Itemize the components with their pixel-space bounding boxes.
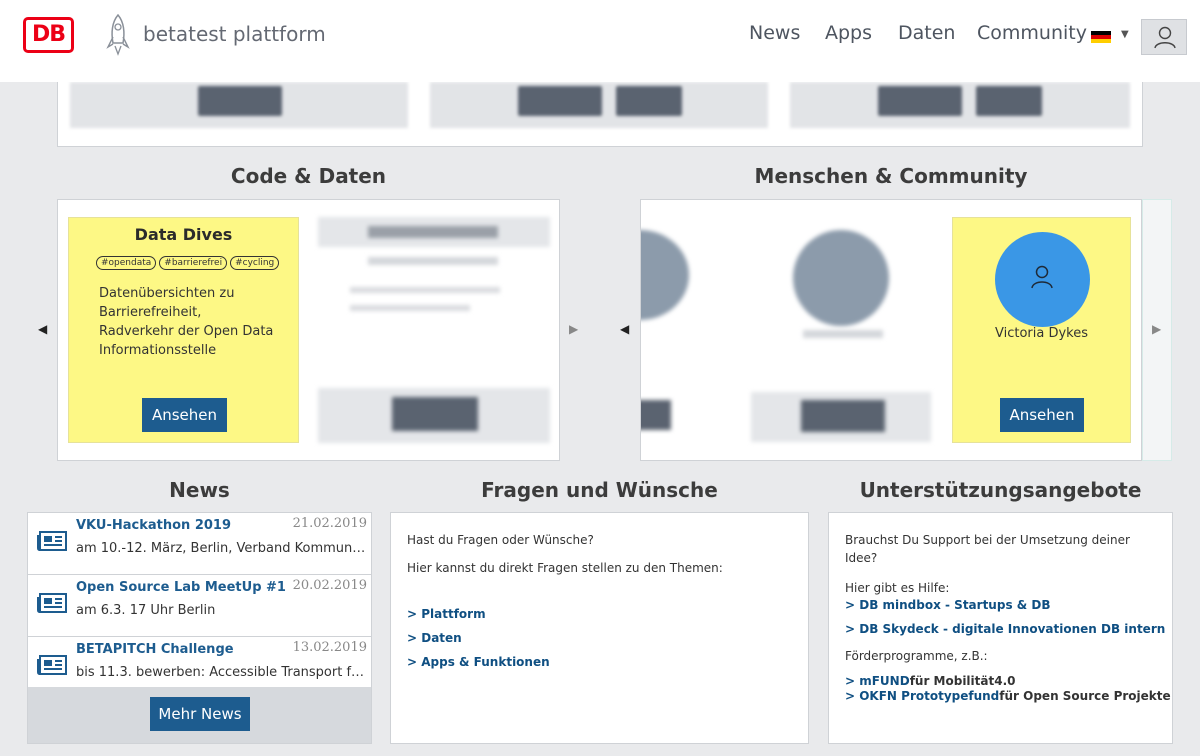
questions-text: Hier kannst du direkt Fragen stellen zu … [407, 561, 723, 575]
news-summary: am 6.3. 17 Uhr Berlin [76, 603, 216, 618]
blurred-card [318, 217, 550, 443]
support-help: Hier gibt es Hilfe: [845, 581, 950, 595]
mfund-item: > mFUNDfür Mobilität4.0 [845, 674, 1016, 688]
news-title[interactable]: Open Source Lab MeetUp #1 Stories [76, 580, 302, 595]
mfund-text: für Mobilität4.0 [909, 674, 1016, 688]
code-section-title: Code & Daten [230, 164, 387, 188]
db-logo[interactable]: DB [23, 17, 74, 53]
code-prev-arrow-icon[interactable]: ◀ [38, 322, 47, 336]
more-news-button[interactable]: Mehr News [150, 697, 250, 731]
card-description: Datenübersichten zu Barrierefreiheit, Ra… [99, 286, 274, 358]
link-okfn-prototypefund[interactable]: > OKFN Prototypefund [845, 689, 999, 703]
db-logo-text: DB [31, 22, 66, 47]
okfn-text: für Open Source Projekte [999, 689, 1171, 703]
news-section-title: News [169, 478, 230, 502]
questions-box: Hast du Fragen oder Wünsche? Hier kannst… [390, 512, 809, 744]
german-flag-icon[interactable] [1091, 31, 1111, 43]
language-dropdown-icon[interactable]: ▼ [1121, 29, 1129, 40]
code-carousel: Data Dives #opendata #barrierefrei #cycl… [57, 199, 560, 461]
support-section-title: Unterstützungsangebote [859, 478, 1142, 502]
news-item[interactable]: VKU-Hackathon 2019 21.02.2019 am 10.-12.… [28, 513, 371, 575]
person-name: Victoria Dykes [994, 326, 1088, 341]
blurred-avatar [793, 230, 889, 326]
support-intro: Brauchst Du Support bei der Umsetzung de… [845, 533, 1130, 565]
link-mfund[interactable]: > mFUND [845, 674, 910, 688]
newspaper-icon [37, 531, 67, 551]
header: DB betatest plattform News Apps Daten Co… [0, 0, 1200, 82]
okfn-item: > OKFN Prototypefundfür Open Source Proj… [845, 689, 1171, 703]
featured-panel [57, 82, 1143, 147]
news-title[interactable]: BETAPITCH Challenge [76, 642, 302, 657]
nav-community[interactable]: Community [977, 22, 1087, 44]
link-db-mindbox[interactable]: > DB mindbox - Startups & DB [845, 598, 1051, 612]
blurred-card [70, 82, 408, 128]
questions-section-title: Fragen und Wünsche [481, 478, 718, 502]
data-dives-card: Data Dives #opendata #barrierefrei #cycl… [68, 217, 299, 443]
community-next-arrow-icon[interactable]: ▶ [1152, 322, 1161, 336]
news-title[interactable]: VKU-Hackathon 2019 [76, 518, 302, 533]
newspaper-icon [37, 655, 67, 675]
tag[interactable]: #cycling [230, 256, 280, 270]
community-carousel: Victoria Dykes Ansehen [640, 199, 1142, 461]
news-date: 20.02.2019 [290, 578, 367, 593]
link-apps-funktionen[interactable]: > Apps & Funktionen [407, 655, 550, 669]
news-summary: am 10.-12. März, Berlin, Verband Kommuna… [76, 541, 366, 556]
support-box: Brauchst Du Support bei der Umsetzung de… [828, 512, 1173, 744]
card-title: Data Dives [134, 225, 233, 244]
support-programs: Förderprogramme, z.B.: [845, 649, 988, 663]
newspaper-icon [37, 593, 67, 613]
community-section-title: Menschen & Community [754, 164, 1028, 188]
user-icon [1154, 26, 1176, 49]
news-date: 13.02.2019 [290, 640, 367, 655]
link-plattform[interactable]: > Plattform [407, 607, 486, 621]
person-card: Victoria Dykes Ansehen [952, 217, 1131, 443]
questions-intro: Hast du Fragen oder Wünsche? [407, 533, 594, 547]
news-summary: bis 11.3. bewerben: Accessible Transport… [76, 665, 366, 680]
community-prev-arrow-icon[interactable]: ◀ [620, 322, 629, 336]
news-date: 21.02.2019 [290, 516, 367, 531]
user-button[interactable] [1141, 19, 1187, 55]
rocket-icon [106, 13, 130, 56]
tag[interactable]: #barrierefrei [159, 256, 228, 270]
nav-news[interactable]: News [749, 22, 800, 44]
news-item[interactable]: Open Source Lab MeetUp #1 Stories 20.02.… [28, 575, 371, 637]
blurred-card [790, 82, 1130, 128]
nav-apps[interactable]: Apps [825, 22, 872, 44]
tag[interactable]: #opendata [96, 256, 157, 270]
link-db-skydeck[interactable]: > DB Skydeck - digitale Innovationen DB … [845, 622, 1165, 636]
code-next-arrow-icon[interactable]: ▶ [569, 322, 578, 336]
tag-list: #opendata #barrierefrei #cycling [96, 256, 280, 270]
blurred-avatar [641, 230, 689, 320]
brand-name[interactable]: betatest plattform [143, 22, 326, 46]
news-footer: Mehr News [28, 687, 371, 743]
nav-daten[interactable]: Daten [898, 22, 955, 44]
user-icon [1031, 265, 1053, 289]
news-list: VKU-Hackathon 2019 21.02.2019 am 10.-12.… [27, 512, 372, 744]
news-item[interactable]: BETAPITCH Challenge 13.02.2019 bis 11.3.… [28, 637, 371, 687]
avatar [995, 232, 1090, 327]
view-person-button[interactable]: Ansehen [1000, 398, 1084, 432]
view-data-dives-button[interactable]: Ansehen [142, 398, 227, 432]
blurred-card [430, 82, 768, 128]
link-daten[interactable]: > Daten [407, 631, 462, 645]
